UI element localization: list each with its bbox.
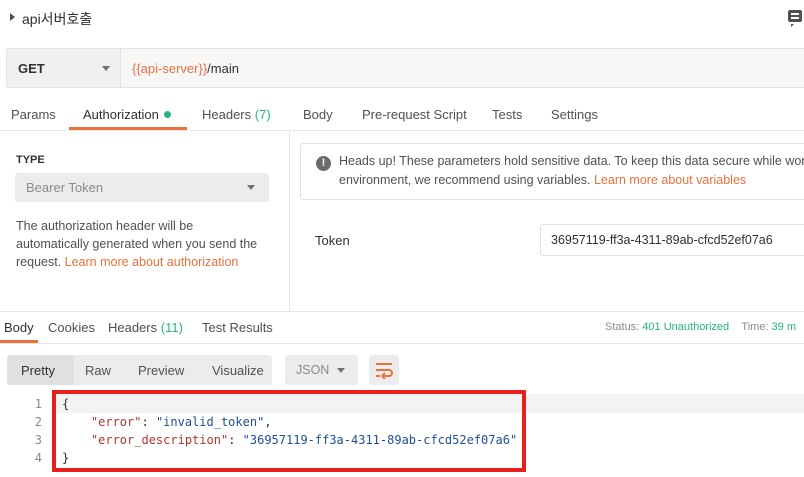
auth-type-value: Bearer Token: [26, 180, 104, 195]
line-number: 4: [34, 451, 42, 465]
divider: [0, 311, 804, 312]
chevron-down-icon: [247, 185, 255, 190]
active-dot-icon: [164, 111, 171, 118]
view-raw-button[interactable]: Raw: [85, 363, 111, 378]
view-visualize-button[interactable]: Visualize: [212, 363, 264, 378]
line-number: 1: [34, 397, 42, 411]
tab-settings[interactable]: Settings: [551, 107, 598, 122]
chevron-down-icon: [102, 66, 110, 71]
tab-headers[interactable]: Headers (7): [202, 107, 271, 122]
response-tab-headers-count: (11): [160, 320, 183, 335]
auth-desc-line: automatically generated when you send th…: [16, 237, 258, 251]
warning-text: Heads up! These parameters hold sensitiv…: [339, 152, 804, 190]
response-tab-test-results[interactable]: Test Results: [202, 320, 273, 335]
line-number: 2: [34, 415, 42, 429]
token-value: 36957119-ff3a-4311-89ab-cfcd52ef07a6: [551, 233, 773, 247]
auth-desc-line: request.: [16, 255, 65, 269]
url-text: {{api-server}}/main: [132, 61, 239, 76]
auth-type-label: TYPE: [16, 154, 45, 166]
response-meta: Status: 401 Unauthorized Time: 39 m: [605, 321, 796, 333]
tab-tests[interactable]: Tests: [492, 107, 522, 122]
tab-body[interactable]: Body: [303, 107, 333, 122]
chevron-down-icon: [337, 368, 345, 373]
collapse-caret-icon[interactable]: [10, 13, 15, 21]
comments-icon[interactable]: [788, 10, 802, 27]
url-variable: {{api-server}}: [132, 61, 208, 76]
tab-headers-label: Headers: [202, 107, 252, 122]
method-label: GET: [18, 61, 45, 76]
alert-icon: !: [316, 156, 331, 171]
divider: [289, 131, 290, 311]
response-tab-headers[interactable]: Headers (11): [108, 320, 183, 335]
tab-prerequest-script[interactable]: Pre-request Script: [362, 107, 467, 122]
tab-headers-count: (7): [254, 107, 271, 122]
warning-line: Heads up! These parameters hold sensitiv…: [339, 154, 804, 168]
status-value[interactable]: 401 Unauthorized: [642, 321, 729, 333]
tab-authorization[interactable]: Authorization: [83, 107, 159, 122]
time-value[interactable]: 39 m: [772, 321, 796, 333]
learn-more-authorization-link[interactable]: Learn more about authorization: [65, 255, 239, 269]
auth-desc-line: The authorization header will be: [16, 219, 194, 233]
view-preview-button[interactable]: Preview: [138, 363, 184, 378]
time-label: Time:: [741, 321, 769, 333]
url-path: /main: [207, 61, 239, 76]
learn-more-variables-link[interactable]: Learn more about variables: [594, 173, 746, 187]
response-tab-cookies[interactable]: Cookies: [48, 320, 95, 335]
status-label: Status:: [605, 321, 640, 333]
auth-description: The authorization header will be automati…: [16, 217, 276, 271]
warning-line: environment, we recommend using variable…: [339, 173, 594, 187]
divider: [0, 130, 804, 131]
divider: [0, 343, 804, 344]
response-tab-body[interactable]: Body: [4, 320, 34, 335]
format-value: JSON: [296, 363, 330, 377]
response-tab-headers-label: Headers: [108, 320, 158, 335]
wrap-lines-icon: [376, 363, 393, 379]
view-pretty-button[interactable]: Pretty: [21, 363, 55, 378]
line-number: 3: [34, 433, 42, 447]
token-label: Token: [315, 233, 350, 248]
annotation-highlight-box: [52, 390, 526, 472]
request-name[interactable]: api서버호출: [22, 9, 92, 29]
tab-params[interactable]: Params: [11, 107, 56, 122]
